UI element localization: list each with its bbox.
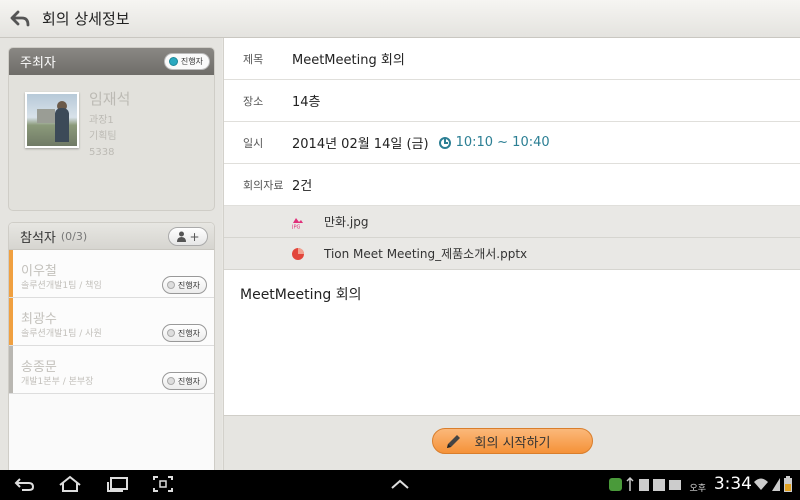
clock-time: 3:34	[713, 474, 752, 494]
attendee-dept: 솔루션개발1팀 / 사원	[21, 329, 102, 339]
action-bar: 회의 상세정보	[0, 0, 800, 470]
host-card: 주최자 진행자 임재석 과장1 기획팀 5338	[8, 47, 215, 211]
start-meeting-button[interactable]: 회의 시작하기	[432, 428, 593, 454]
attendee-name: 송종문	[21, 360, 57, 375]
attendee-name: 이우철	[21, 264, 57, 279]
pencil-icon	[447, 435, 460, 448]
page-title: 회의 상세정보	[42, 10, 130, 28]
attendee-status-bar	[9, 298, 13, 345]
host-ext: 5338	[89, 147, 115, 158]
host-dept: 기획팀	[89, 131, 117, 142]
host-section-label: 주최자	[20, 56, 56, 71]
signal-icon	[772, 478, 780, 491]
title-field: 제목 MeetMeeting 회의	[224, 38, 800, 80]
svg-text:JPG: JPG	[291, 224, 300, 229]
footer-bar: 회의 시작하기	[224, 415, 800, 470]
attendee-dept: 솔루션개발1팀 / 책임	[21, 281, 102, 291]
back-arrow-icon	[10, 10, 30, 26]
nav-back-icon[interactable]	[14, 475, 36, 493]
jpg-file-icon: JPG	[291, 217, 303, 229]
attendee-section-label: 참석자	[20, 230, 56, 246]
battery-icon	[784, 476, 792, 492]
attendee-count: (0/3)	[60, 229, 88, 243]
attendee-row[interactable]: 최광수 솔루션개발1팀 / 사원 진행자	[9, 298, 214, 346]
pptx-file-icon	[292, 247, 304, 260]
host-info: 임재석 과장1 기획팀 5338	[89, 88, 130, 161]
docs-label: 회의자료	[243, 178, 284, 192]
attendee-row[interactable]: 송종문 개발1본부 / 본부장 진행자	[9, 346, 214, 394]
attendee-status-label: 진행자	[177, 328, 200, 338]
attendee-name: 최광수	[21, 312, 57, 327]
attendee-status-bar	[9, 346, 13, 393]
file-name: 만화.jpg	[324, 215, 369, 229]
person-icon	[177, 231, 187, 242]
attendee-status-toggle[interactable]: 진행자	[161, 276, 207, 294]
attendee-card: 참석자 (0/3) + 이우철 솔루션개발1팀 / 책임 진행자 최광수 솔루션…	[8, 222, 215, 500]
place-field: 장소 14층	[224, 80, 800, 122]
radio-dot-icon	[166, 281, 175, 289]
screenshot-icon[interactable]	[152, 475, 174, 493]
chevron-up-icon[interactable]	[389, 475, 411, 493]
attendee-status-label: 진행자	[177, 280, 200, 290]
status-dot-icon	[168, 57, 178, 66]
attendee-status-bar	[9, 250, 13, 297]
host-header: 주최자 진행자	[9, 48, 214, 75]
host-name: 임재석	[89, 90, 131, 108]
host-avatar[interactable]	[25, 92, 79, 148]
date-label: 일시	[243, 136, 264, 150]
file-item-jpg[interactable]: JPG 만화.jpg	[224, 206, 800, 238]
back-button[interactable]	[0, 0, 40, 38]
attendee-status-toggle[interactable]: 진행자	[161, 372, 207, 390]
left-panel: 주최자 진행자 임재석 과장1 기획팀 5338 참석자 (0/3) + 이우철…	[0, 38, 222, 500]
attendee-status-toggle[interactable]: 진행자	[161, 324, 207, 342]
clock-ampm: 오후	[689, 484, 706, 494]
place-label: 장소	[243, 94, 264, 108]
title-value: MeetMeeting 회의	[292, 53, 405, 68]
file-name: Tion Meet Meeting_제품소개서.pptx	[324, 247, 528, 261]
wifi-icon	[754, 478, 768, 490]
add-attendee-label: +	[189, 229, 200, 244]
attendee-header: 참석자 (0/3) +	[9, 223, 214, 250]
host-status-label: 진행자	[180, 57, 203, 66]
attendee-dept: 개발1본부 / 본부장	[21, 377, 94, 387]
start-meeting-label: 회의 시작하기	[474, 435, 551, 451]
host-status-badge[interactable]: 진행자	[163, 53, 210, 70]
time-value: 10:10 ~ 10:40	[455, 135, 550, 150]
file-item-pptx[interactable]: Tion Meet Meeting_제품소개서.pptx	[224, 238, 800, 270]
title-label: 제목	[243, 52, 264, 66]
nav-home-icon[interactable]	[58, 475, 82, 493]
docs-field: 회의자료 2건	[224, 164, 800, 206]
radio-dot-icon	[166, 377, 175, 385]
date-field: 일시 2014년 02월 14일 (금) 10:10 ~ 10:40	[224, 122, 800, 164]
notification-icons	[609, 476, 681, 491]
date-value: 2014년 02월 14일 (금)	[292, 137, 429, 152]
meeting-description: MeetMeeting 회의	[240, 287, 362, 303]
place-value: 14층	[292, 95, 321, 110]
host-rank: 과장1	[89, 115, 114, 126]
attendee-row[interactable]: 이우철 솔루션개발1팀 / 책임 진행자	[9, 250, 214, 298]
clock-icon	[438, 136, 451, 149]
detail-panel: 제목 MeetMeeting 회의 장소 14층 일시 2014년 02월 14…	[223, 38, 800, 470]
add-attendee-button[interactable]: +	[168, 227, 208, 246]
system-nav-bar: 오후 3:34	[0, 470, 800, 500]
radio-dot-icon	[166, 329, 175, 337]
docs-value: 2건	[292, 179, 313, 194]
nav-recent-apps-icon[interactable]	[106, 475, 130, 493]
attendee-status-label: 진행자	[177, 376, 200, 386]
